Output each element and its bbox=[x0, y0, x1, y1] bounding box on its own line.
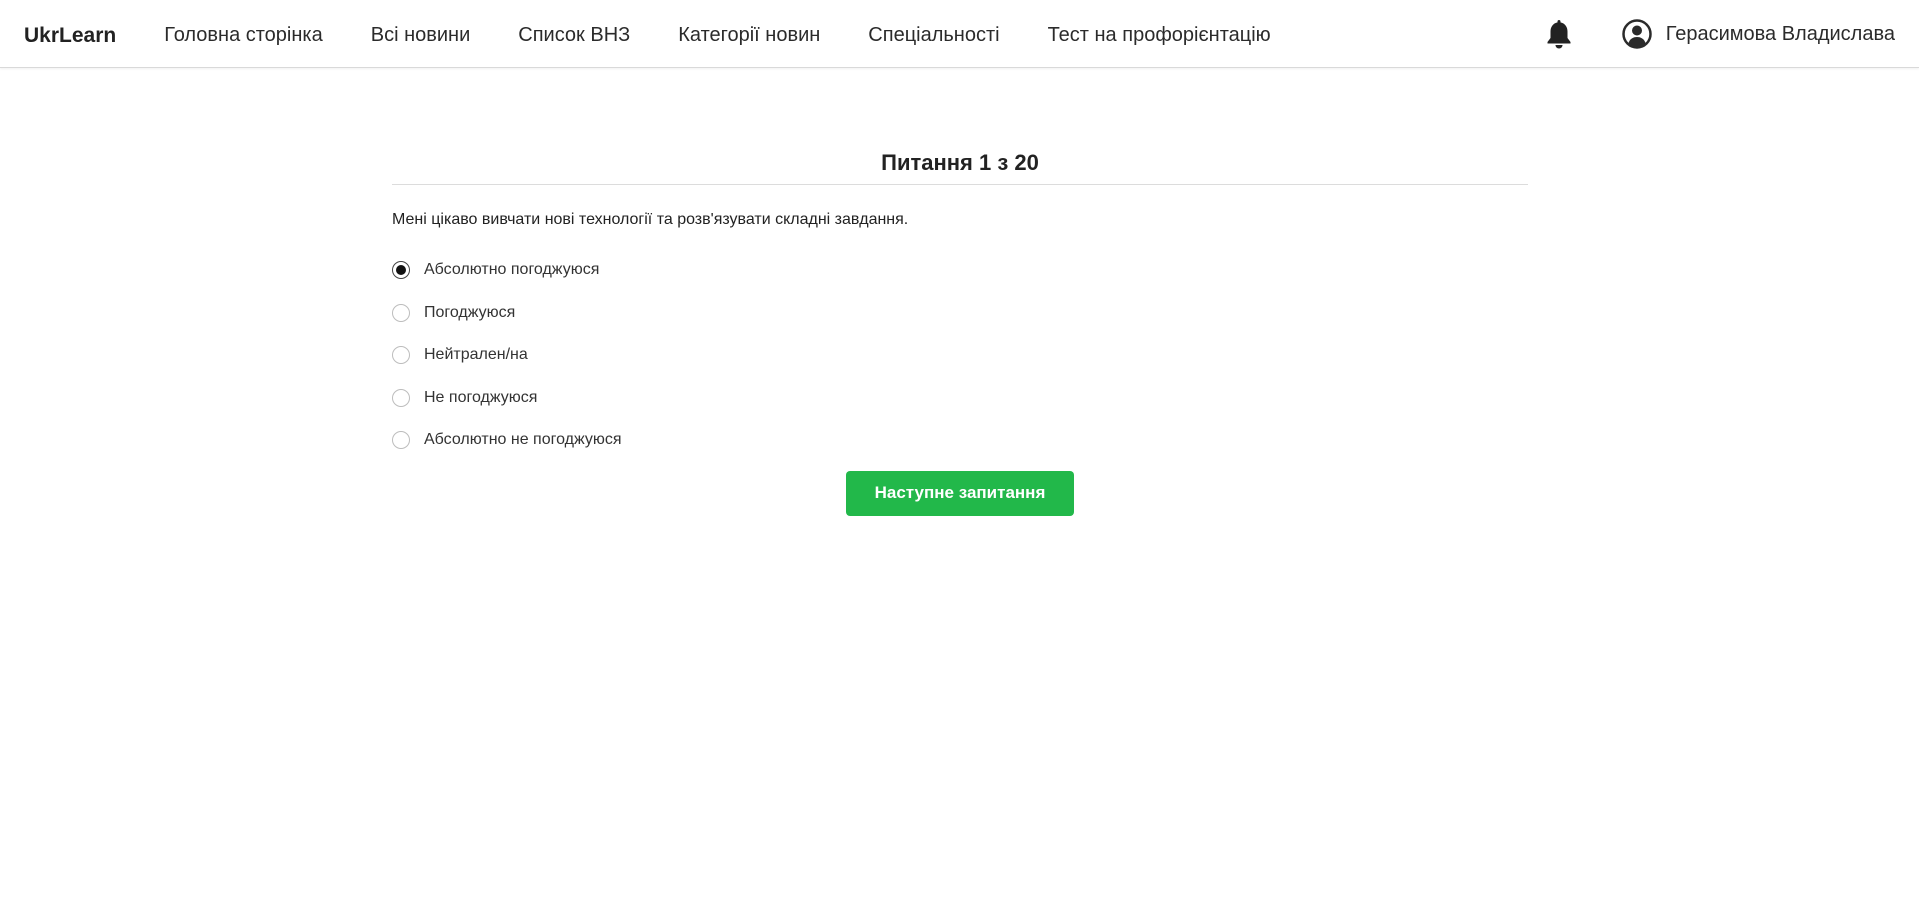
radio-button[interactable] bbox=[392, 388, 410, 407]
radio-button[interactable] bbox=[392, 346, 410, 365]
question-counter-title: Питання 1 з 20 bbox=[392, 150, 1528, 185]
answer-option-disagree[interactable]: Не погоджуюся bbox=[392, 377, 1528, 420]
answer-label: Абсолютно не погоджуюся bbox=[424, 431, 622, 449]
answer-label: Погоджуюся bbox=[424, 303, 516, 321]
answer-option-strongly-agree[interactable]: Абсолютно погоджуюся bbox=[392, 249, 1528, 292]
user-name: Герасимова Владислава bbox=[1665, 22, 1895, 45]
nav-link-home[interactable]: Головна сторінка bbox=[164, 24, 323, 47]
answer-label: Нейтрален/на bbox=[424, 346, 528, 364]
answer-option-neutral[interactable]: Нейтрален/на bbox=[392, 334, 1528, 377]
radio-button[interactable] bbox=[392, 431, 410, 450]
question-text: Мені цікаво вивчати нові технології та р… bbox=[392, 211, 909, 228]
nav-link-all-news[interactable]: Всі новини bbox=[371, 24, 471, 47]
user-menu[interactable]: Герасимова Владислава bbox=[1621, 19, 1895, 49]
answer-options: Абсолютно погоджуюся Погоджуюся Нейтрале… bbox=[392, 249, 1528, 462]
top-navbar: UkrLearn Головна сторінка Всі новини Спи… bbox=[0, 0, 1919, 68]
brand-logo-link[interactable]: UkrLearn bbox=[24, 24, 116, 48]
radio-button-selected[interactable] bbox=[392, 261, 410, 280]
user-circle-icon bbox=[1621, 19, 1652, 49]
next-question-button[interactable]: Наступне запитання bbox=[846, 470, 1074, 516]
nav-link-specialties[interactable]: Спеціальності bbox=[868, 24, 999, 47]
nav-link-career-test[interactable]: Тест на профорієнтацію bbox=[1048, 24, 1271, 47]
radio-button[interactable] bbox=[392, 303, 410, 322]
main-nav: Головна сторінка Всі новини Список ВНЗ К… bbox=[164, 24, 1318, 47]
bell-icon[interactable] bbox=[1544, 17, 1574, 51]
answer-option-strongly-disagree[interactable]: Абсолютно не погоджуюся bbox=[392, 419, 1528, 462]
answer-label: Не погоджуюся bbox=[424, 388, 538, 406]
answer-label: Абсолютно погоджуюся bbox=[424, 261, 600, 279]
nav-right-group: Герасимова Владислава bbox=[1544, 0, 1895, 68]
answer-option-agree[interactable]: Погоджуюся bbox=[392, 292, 1528, 335]
bell-icon-svg bbox=[1547, 20, 1571, 49]
nav-link-universities[interactable]: Список ВНЗ bbox=[518, 24, 630, 47]
quiz-panel: Питання 1 з 20 Мені цікаво вивчати нові … bbox=[392, 150, 1528, 516]
next-button-wrapper: Наступне запитання bbox=[392, 470, 1528, 516]
nav-link-news-categories[interactable]: Категорії новин bbox=[678, 24, 820, 47]
